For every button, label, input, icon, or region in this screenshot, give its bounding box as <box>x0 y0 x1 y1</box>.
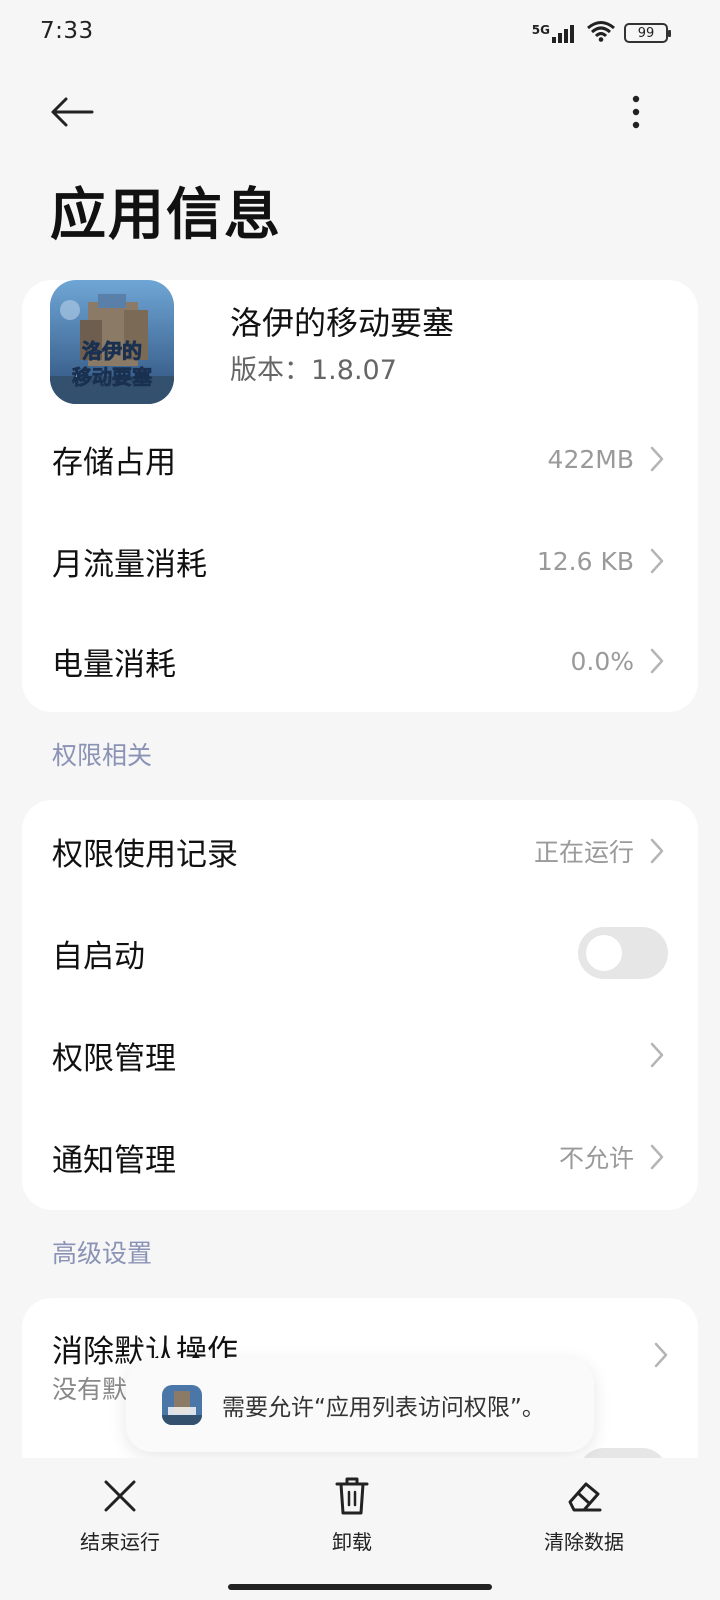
battery-usage-row[interactable]: 电量消耗 0.0% <box>22 610 698 712</box>
battery-icon: 99 <box>624 23 671 43</box>
wifi-icon <box>586 20 616 46</box>
permissions-section-title: 权限相关 <box>52 741 153 770</box>
force-stop-button[interactable]: 结束运行 <box>40 1472 200 1562</box>
bottom-action-bar: 结束运行 卸载 清除数据 <box>0 1458 720 1600</box>
battery-level: 99 <box>637 25 655 41</box>
status-time: 7:33 <box>40 18 94 44</box>
svg-text:洛伊的: 洛伊的 <box>82 339 142 363</box>
partial-toggle[interactable] <box>578 1448 668 1458</box>
row-value: 422MB <box>547 444 634 474</box>
cellular-signal-icon: 5G <box>532 23 578 43</box>
chevron-right-icon <box>646 546 668 576</box>
back-button[interactable] <box>44 84 100 140</box>
network-type: 5G <box>531 23 550 37</box>
action-label: 结束运行 <box>80 1530 160 1554</box>
uninstall-button[interactable]: 卸载 <box>272 1472 432 1562</box>
row-label: 权限使用记录 <box>52 836 238 873</box>
permission-usage-row[interactable]: 权限使用记录 正在运行 <box>22 800 698 902</box>
chevron-right-icon <box>646 444 668 474</box>
row-label: 存储占用 <box>52 444 176 481</box>
more-options-button[interactable] <box>616 84 656 140</box>
chevron-right-icon <box>654 1342 668 1372</box>
clear-data-button[interactable]: 清除数据 <box>504 1472 664 1562</box>
row-value: 12.6 KB <box>536 546 634 576</box>
app-header: 洛伊的 移动要塞 洛伊的移动要塞 版本：1.8.07 <box>50 280 670 408</box>
action-label: 卸载 <box>332 1530 372 1554</box>
storage-row[interactable]: 存储占用 422MB <box>22 408 698 510</box>
toast-message: 需要允许“应用列表访问权限”。 <box>126 1358 594 1452</box>
chevron-right-icon <box>646 1040 668 1070</box>
row-label: 通知管理 <box>52 1142 176 1179</box>
permission-management-row[interactable]: 权限管理 <box>22 1004 698 1106</box>
row-value: 正在运行 <box>533 838 634 867</box>
chevron-right-icon <box>646 1142 668 1172</box>
status-icons: 5G 99 <box>532 20 671 46</box>
row-label: 月流量消耗 <box>52 546 207 583</box>
row-subtitle: 没有默 <box>52 1375 128 1404</box>
app-icon-small <box>162 1385 202 1425</box>
home-indicator[interactable] <box>228 1584 492 1590</box>
status-bar: 7:33 5G 99 <box>0 0 720 70</box>
chevron-right-icon <box>646 646 668 676</box>
row-label: 权限管理 <box>52 1040 176 1077</box>
app-version: 版本：1.8.07 <box>230 355 397 386</box>
more-vertical-icon <box>632 95 640 129</box>
row-value: 0.0% <box>570 646 634 676</box>
permissions-card: 权限使用记录 正在运行 自启动 权限管理 通知管理 不允许 <box>22 800 698 1210</box>
toggle-knob <box>586 935 622 971</box>
notification-management-row[interactable]: 通知管理 不允许 <box>22 1106 698 1208</box>
eraser-icon <box>564 1472 604 1520</box>
app-info-screen: 7:33 5G 99 应用信息 洛伊的 移动要塞 洛伊的移动要塞 版本：1.8.… <box>0 0 720 1600</box>
row-value: 不允许 <box>558 1144 634 1173</box>
action-label: 清除数据 <box>544 1530 624 1554</box>
page-title: 应用信息 <box>50 183 282 248</box>
svg-text:移动要塞: 移动要塞 <box>72 365 153 389</box>
chevron-right-icon <box>646 836 668 866</box>
data-usage-row[interactable]: 月流量消耗 12.6 KB <box>22 510 698 612</box>
app-icon: 洛伊的 移动要塞 <box>50 280 174 404</box>
row-label: 电量消耗 <box>52 646 176 683</box>
trash-icon <box>334 1472 370 1520</box>
autostart-row: 自启动 <box>22 902 698 1004</box>
advanced-section-title: 高级设置 <box>52 1239 153 1268</box>
autostart-toggle[interactable] <box>578 927 668 979</box>
toast-text: 需要允许“应用列表访问权限”。 <box>222 1395 545 1421</box>
back-arrow-icon <box>51 97 94 127</box>
close-icon <box>102 1472 138 1520</box>
app-name: 洛伊的移动要塞 <box>230 304 455 342</box>
row-label: 自启动 <box>52 938 145 975</box>
app-info-card: 洛伊的 移动要塞 洛伊的移动要塞 版本：1.8.07 存储占用 422MB 月流… <box>22 280 698 712</box>
